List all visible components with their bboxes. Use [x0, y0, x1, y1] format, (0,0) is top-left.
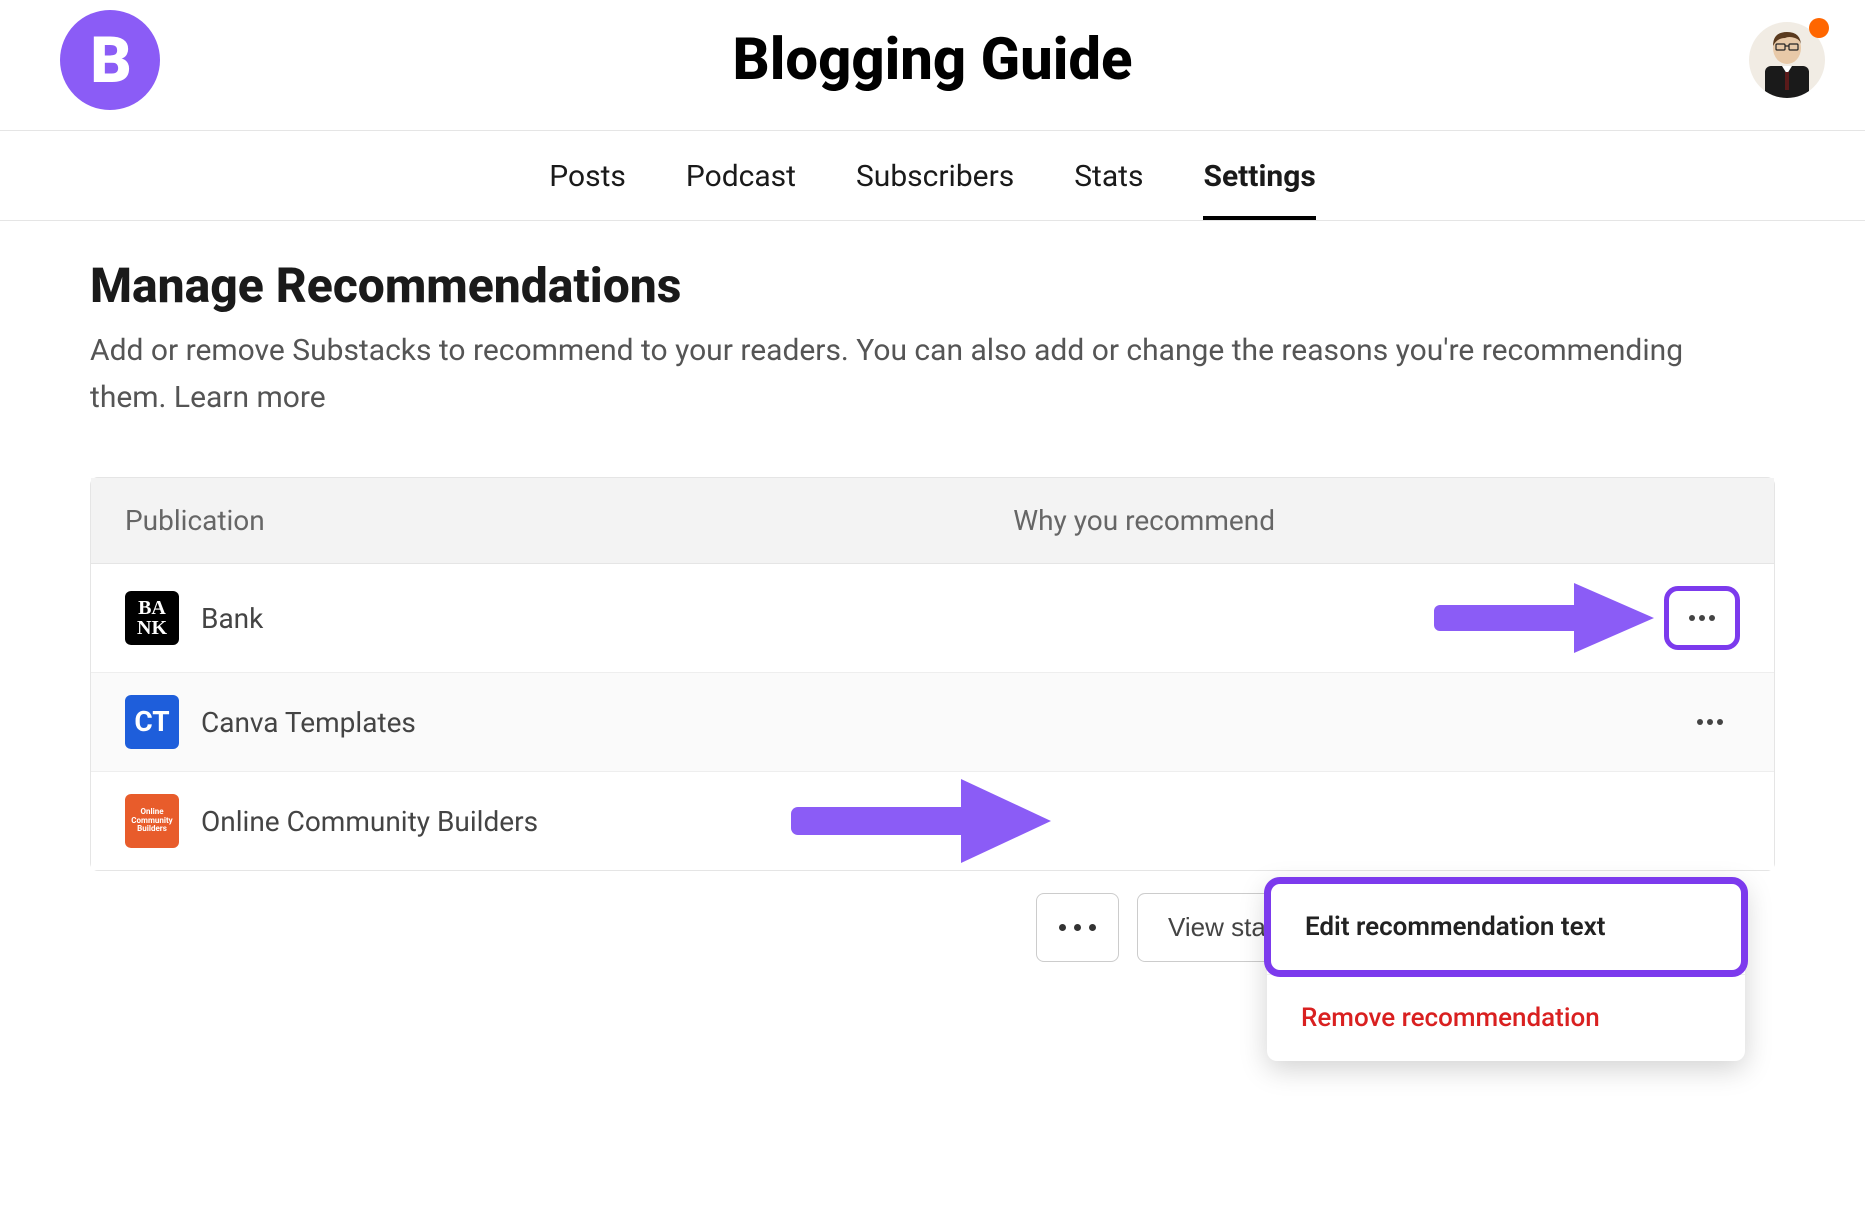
- tab-settings[interactable]: Settings: [1203, 159, 1315, 220]
- publication-icon: BA NK: [125, 591, 179, 645]
- page-title: Manage Recommendations: [90, 257, 1775, 314]
- annotation-arrow-icon: [791, 779, 1051, 863]
- site-logo[interactable]: B: [60, 10, 160, 110]
- more-icon: [1697, 719, 1723, 725]
- header: B Blogging Guide: [0, 0, 1865, 131]
- tab-stats[interactable]: Stats: [1074, 159, 1143, 220]
- table-row: CT Canva Templates: [91, 673, 1774, 772]
- publication-name: Online Community Builders: [201, 805, 538, 838]
- row-more-button[interactable]: [1664, 586, 1740, 650]
- tab-podcast[interactable]: Podcast: [686, 159, 796, 220]
- footer-more-button[interactable]: [1036, 893, 1119, 962]
- table-row: BA NK Bank: [91, 564, 1774, 673]
- tab-subscribers[interactable]: Subscribers: [856, 159, 1014, 220]
- user-avatar[interactable]: [1749, 22, 1825, 98]
- site-title: Blogging Guide: [733, 26, 1133, 94]
- nav-tabs: Posts Podcast Subscribers Stats Settings: [0, 131, 1865, 221]
- logo-letter: B: [90, 23, 129, 98]
- tab-posts[interactable]: Posts: [549, 159, 626, 220]
- annotation-arrow-icon: [1434, 583, 1654, 653]
- row-actions-popup: Edit recommendation text Remove recommen…: [1267, 880, 1745, 1061]
- recommendations-table: Publication Why you recommend BA NK Bank: [90, 477, 1775, 871]
- publication-icon: CT: [125, 695, 179, 749]
- edit-recommendation-button[interactable]: Edit recommendation text: [1264, 877, 1748, 977]
- col-why: Why you recommend: [1013, 504, 1740, 537]
- notification-dot-icon: [1809, 18, 1829, 38]
- row-more-button[interactable]: [1680, 700, 1740, 744]
- publication-icon: Online Community Builders: [125, 794, 179, 848]
- publication-name: Canva Templates: [201, 706, 416, 739]
- col-publication: Publication: [125, 504, 1013, 537]
- remove-recommendation-button[interactable]: Remove recommendation: [1267, 974, 1745, 1061]
- table-header: Publication Why you recommend: [91, 478, 1774, 564]
- page-description: Add or remove Substacks to recommend to …: [90, 328, 1740, 421]
- publication-name: Bank: [201, 602, 263, 635]
- table-row: Online Community Builders Online Communi…: [91, 772, 1774, 870]
- more-icon: [1689, 615, 1715, 621]
